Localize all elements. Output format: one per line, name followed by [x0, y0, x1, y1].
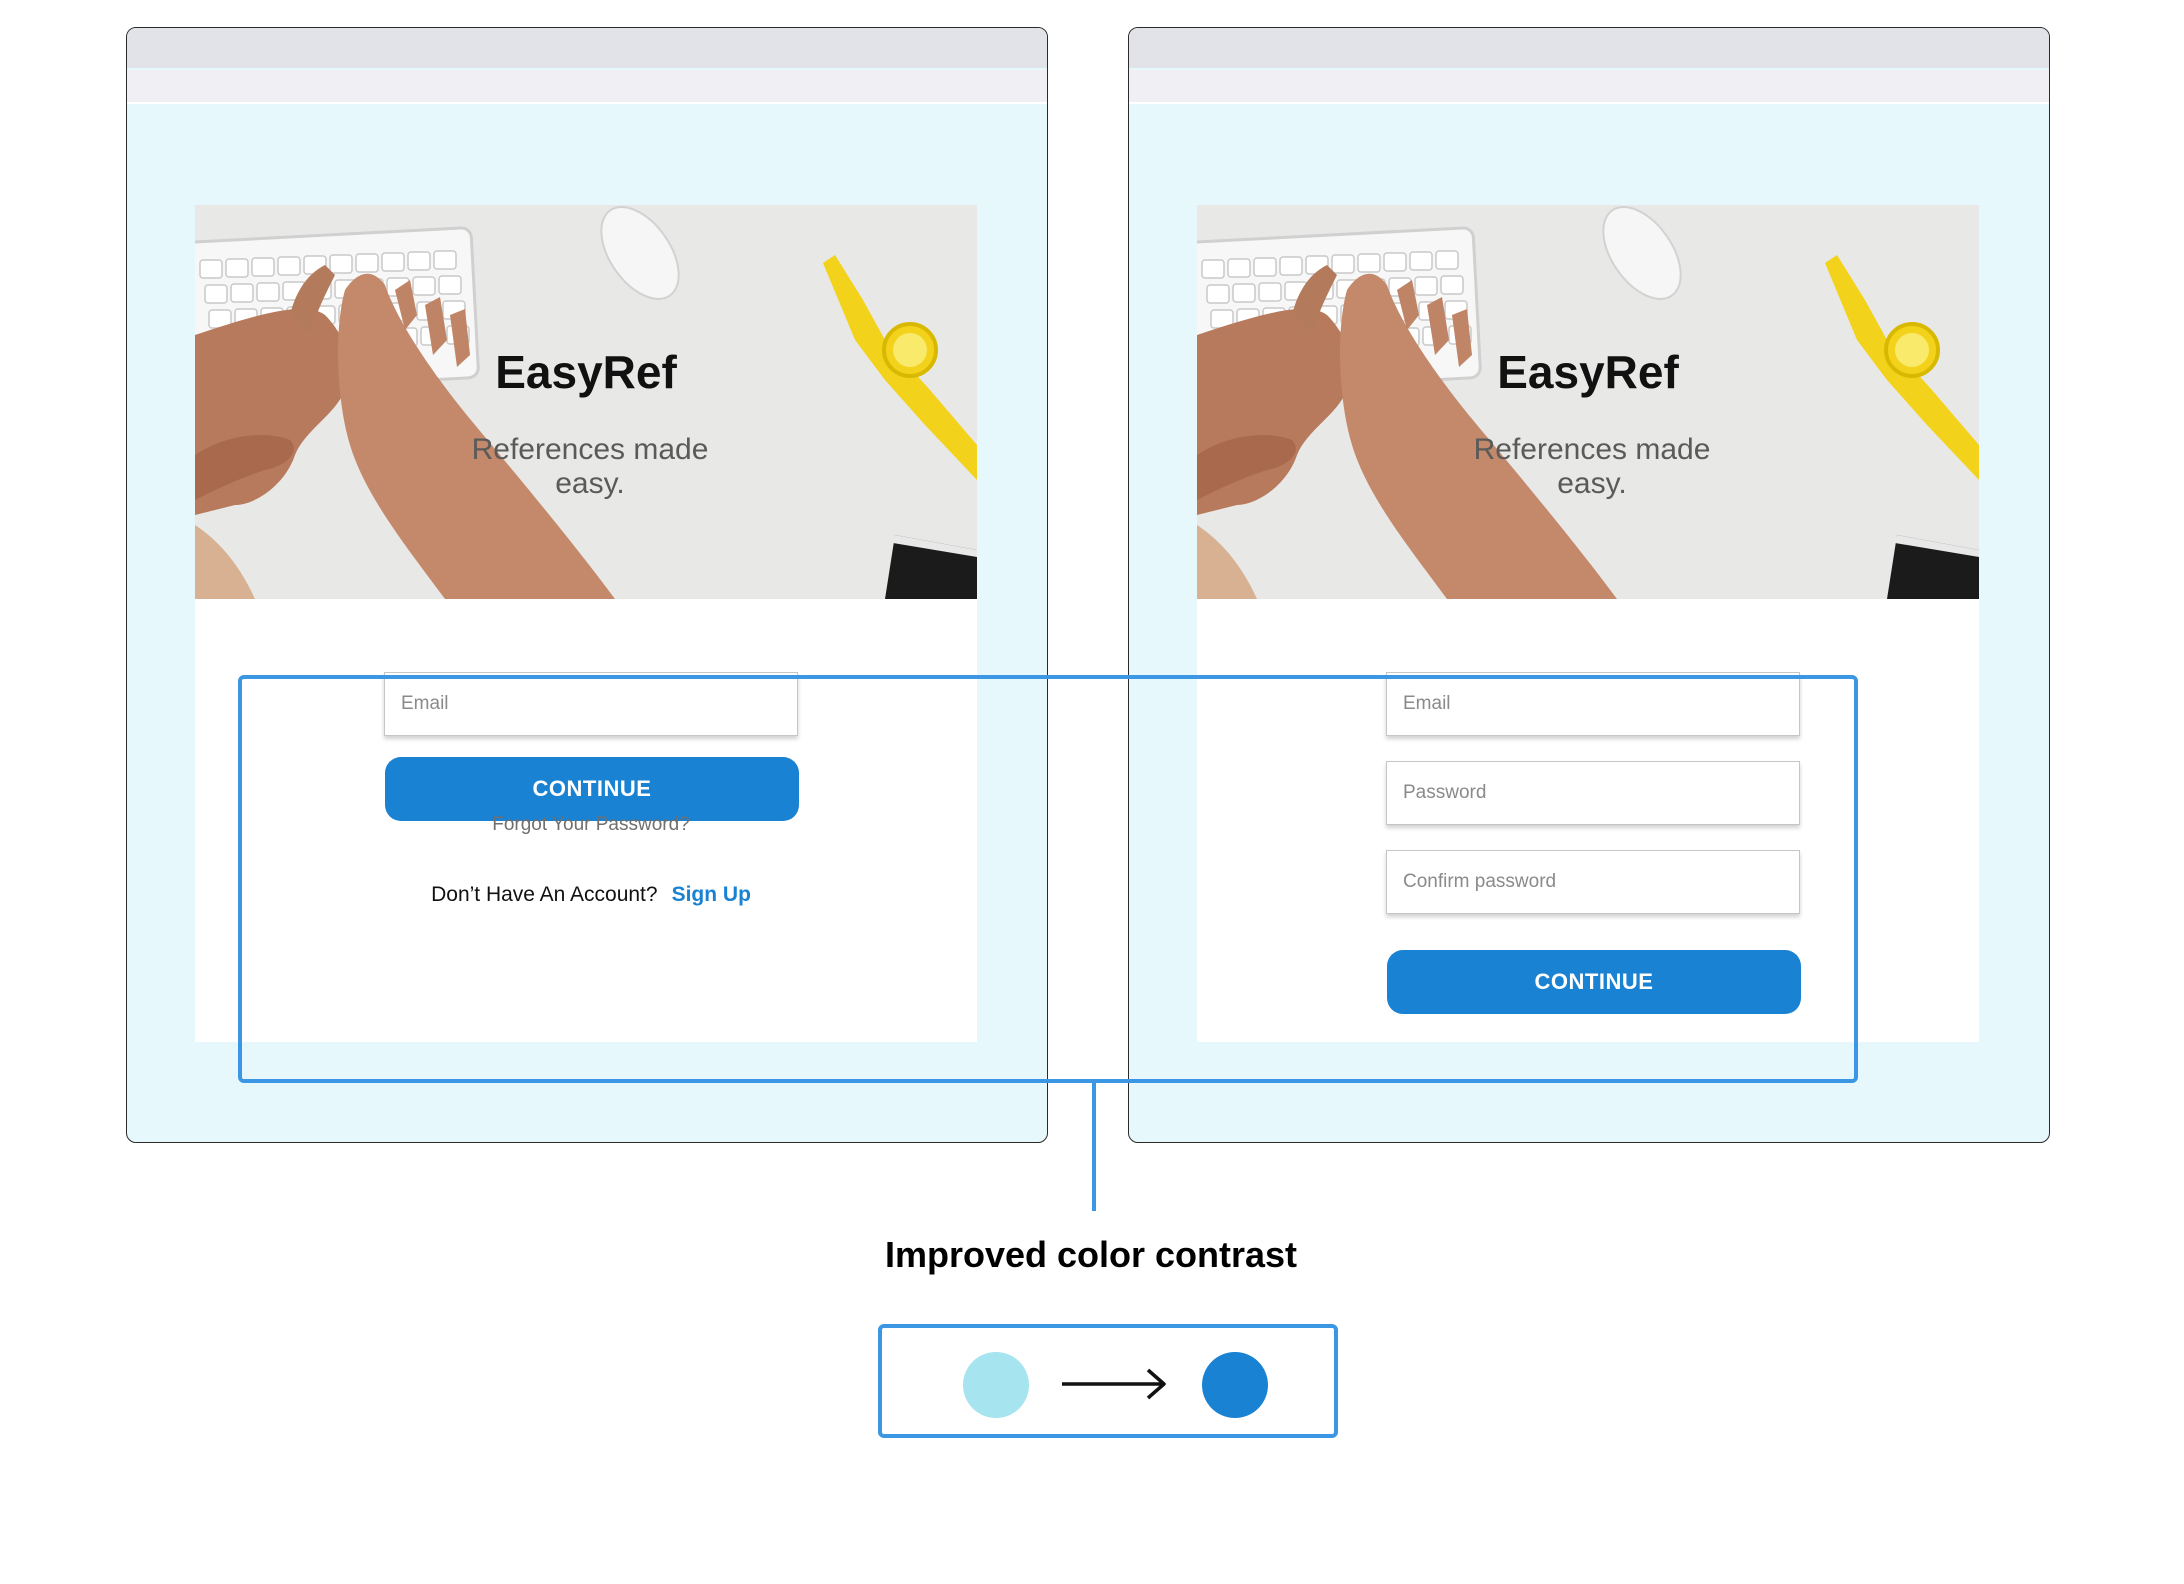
color-swatch-comparison — [878, 1324, 1338, 1438]
window-tabbar — [127, 70, 1047, 104]
brand-subtitle: References made easy. — [471, 433, 709, 500]
before-color-swatch — [963, 1352, 1029, 1418]
window-tabbar — [1129, 70, 2049, 104]
brand-subtitle: References made easy. — [1473, 433, 1711, 500]
annotation-caption: Improved color contrast — [0, 1234, 2184, 1276]
hero-image: EasyRef References made easy. — [195, 205, 977, 599]
after-color-swatch — [1202, 1352, 1268, 1418]
hero-image: EasyRef References made easy. — [1197, 205, 1979, 599]
callout-connector — [1092, 1081, 1096, 1211]
caption-text: Improved color contrast — [884, 1234, 1298, 1275]
brand-title: EasyRef — [495, 346, 677, 398]
window-titlebar — [1129, 28, 2049, 68]
brand-title: EasyRef — [1497, 346, 1679, 398]
desk-photo-illustration — [1197, 205, 1979, 599]
desk-photo-illustration — [195, 205, 977, 599]
arrow-right-icon — [1062, 1368, 1166, 1400]
contrast-highlight-frame — [238, 675, 1858, 1083]
window-titlebar — [127, 28, 1047, 68]
